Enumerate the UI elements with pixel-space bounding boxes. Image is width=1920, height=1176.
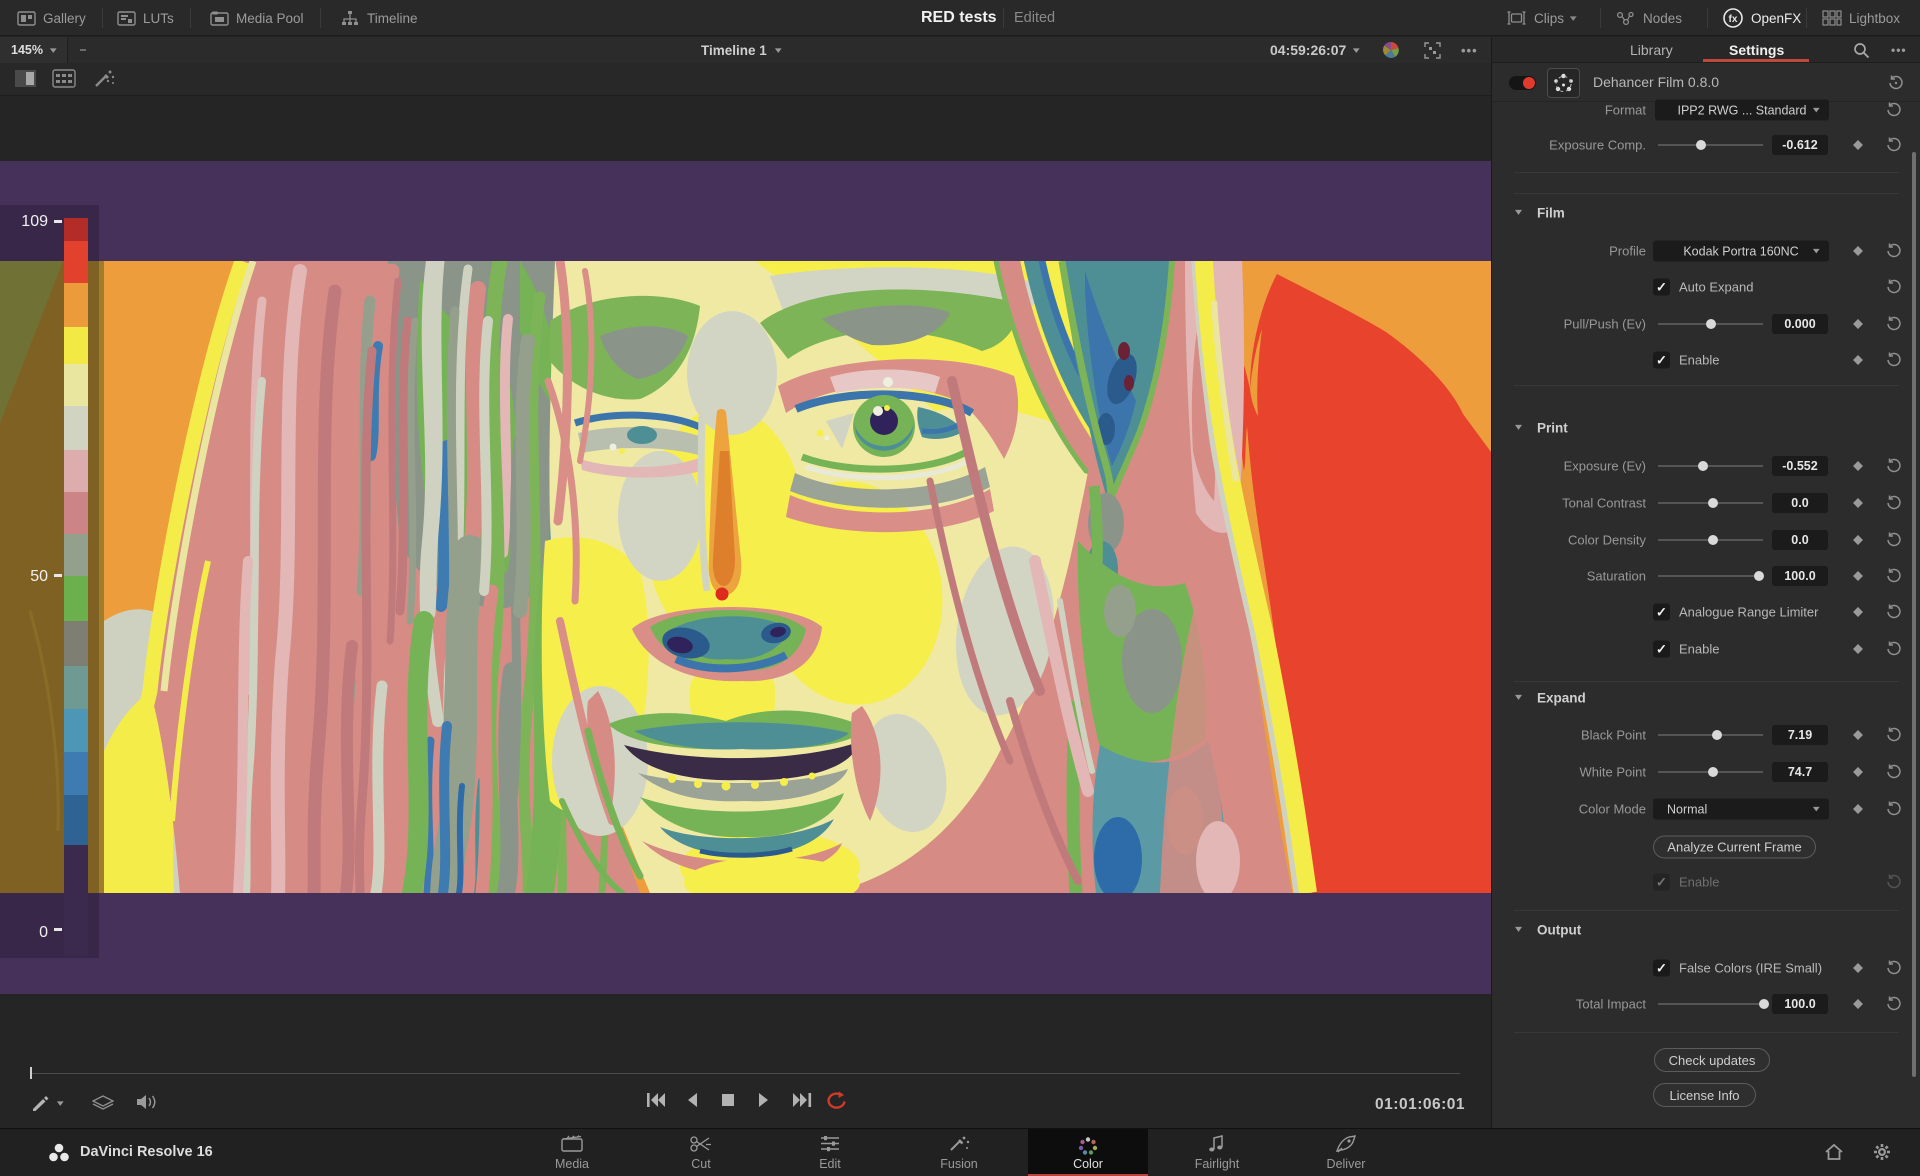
svg-text:fx: fx [1729, 14, 1738, 25]
